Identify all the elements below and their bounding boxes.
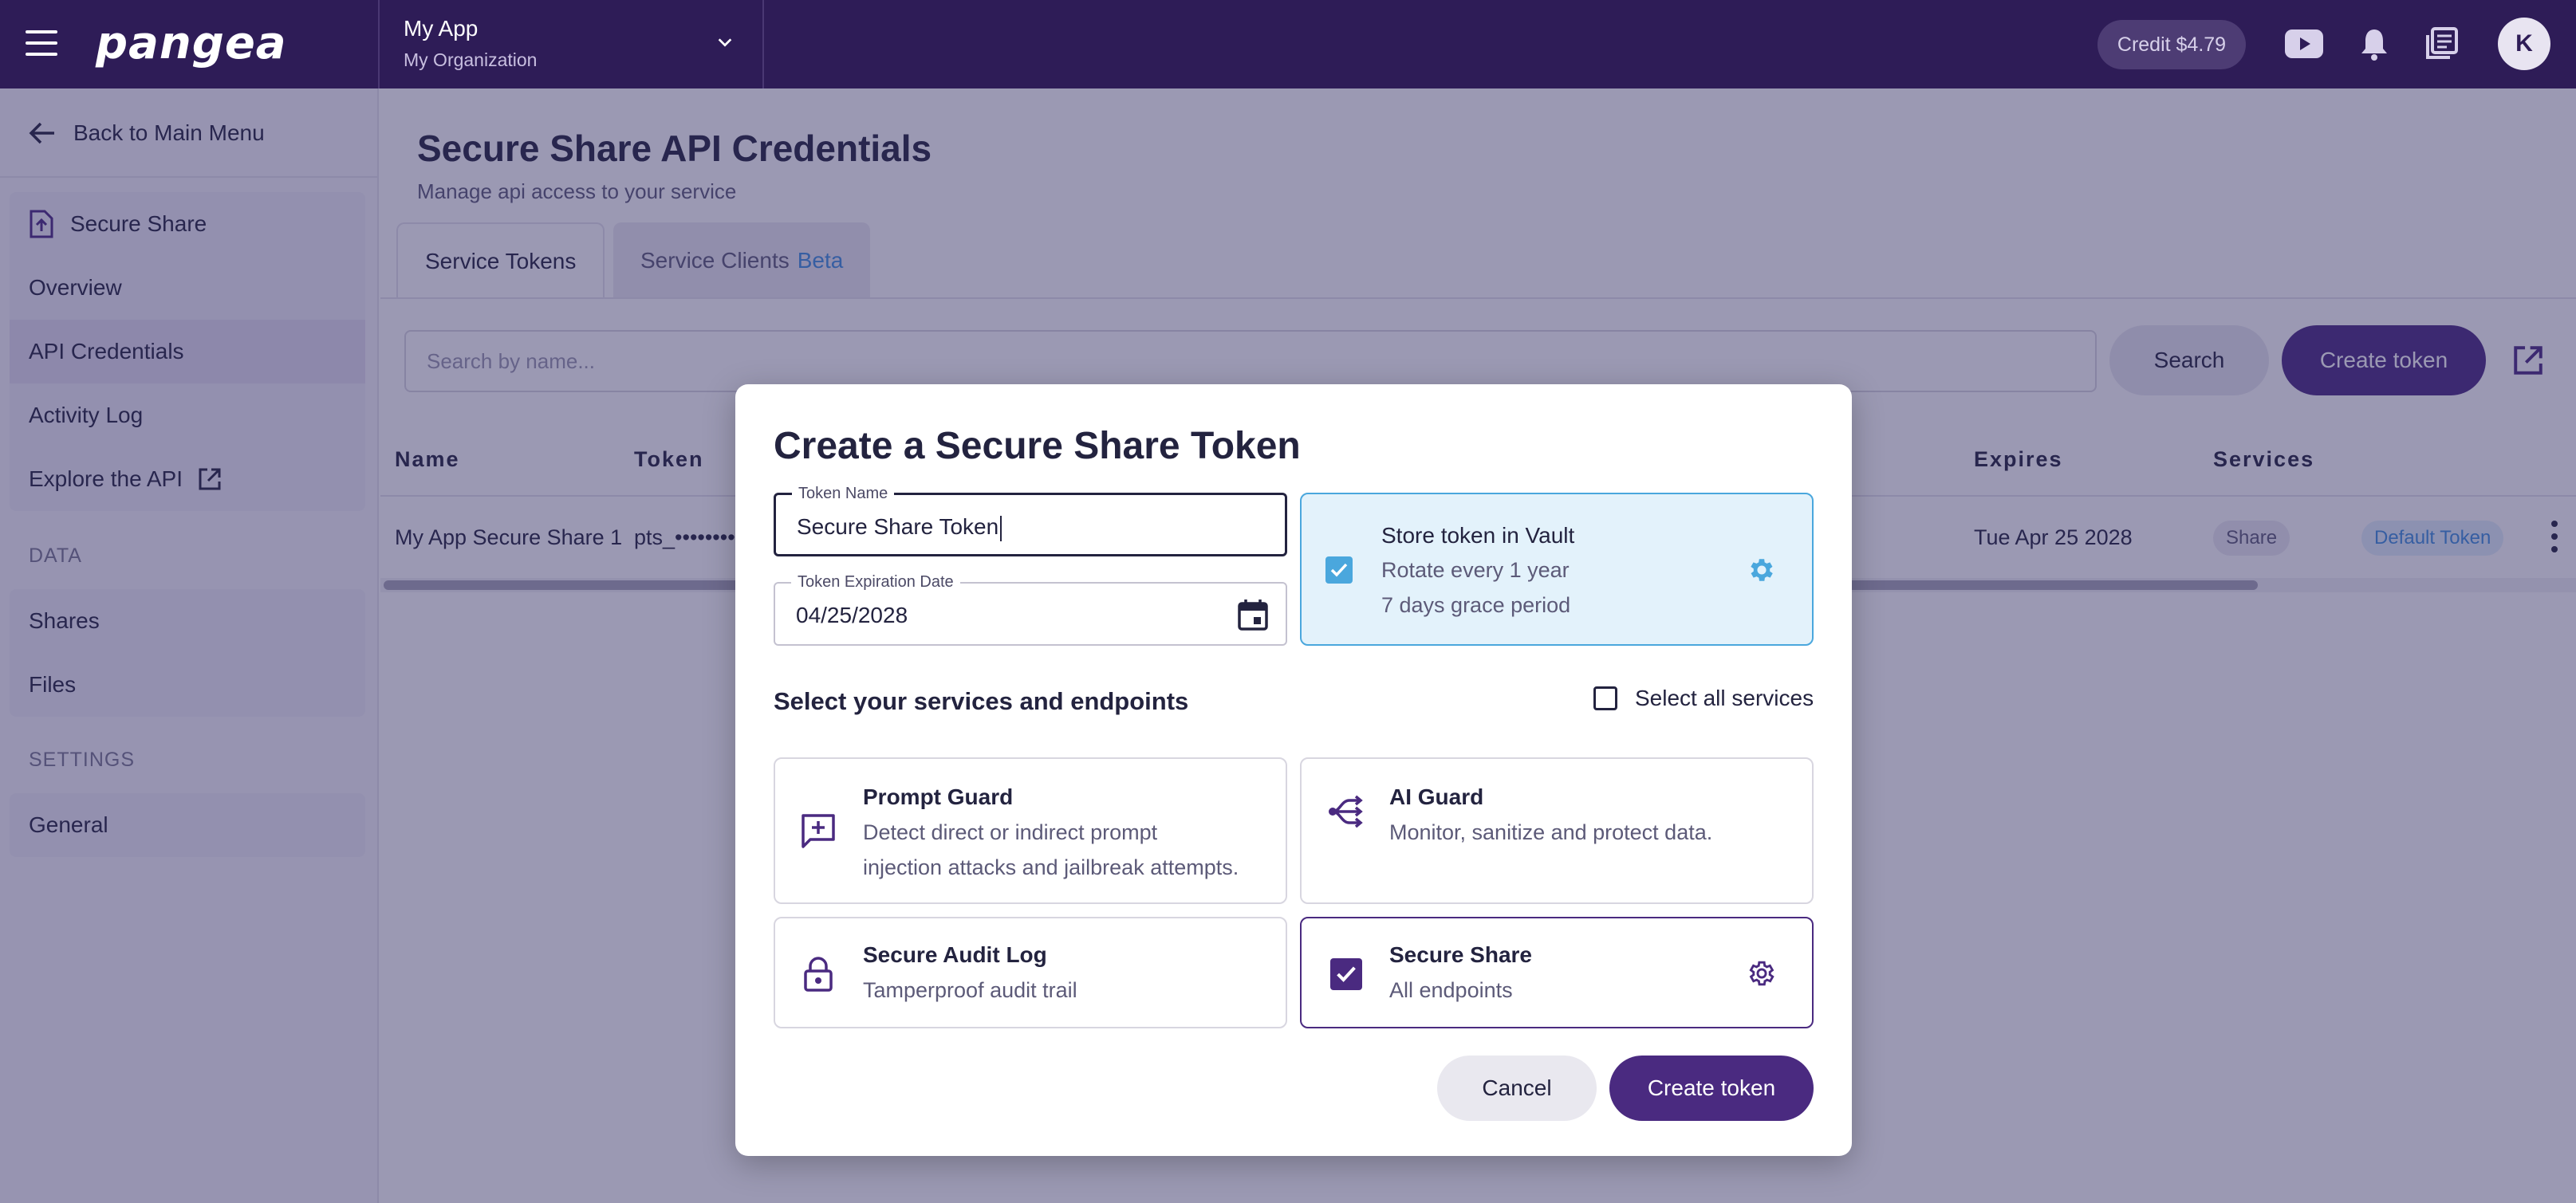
fork-arrows-icon <box>1329 795 1363 828</box>
chevron-down-icon <box>718 38 732 47</box>
top-bar: pangea My App My Organization Credit $4.… <box>0 0 2576 88</box>
select-all-label: Select all services <box>1635 686 1814 710</box>
organization-name: My Organization <box>404 49 538 70</box>
service-description: Tamperproof audit trail <box>863 978 1077 1002</box>
gear-icon[interactable] <box>1747 958 1777 989</box>
pangea-logo[interactable]: pangea <box>96 18 287 69</box>
vault-grace-period: 7 days grace period <box>1381 593 1571 617</box>
chat-plus-icon <box>802 814 835 848</box>
calendar-icon[interactable] <box>1236 598 1270 631</box>
create-token-submit-button[interactable]: Create token <box>1609 1056 1814 1121</box>
service-description: Monitor, sanitize and protect data. <box>1389 820 1713 844</box>
dialog-title: Create a Secure Share Token <box>774 425 1301 467</box>
service-description: All endpoints <box>1389 978 1513 1002</box>
service-card-prompt-guard[interactable]: Prompt Guard Detect direct or indirect p… <box>774 757 1287 904</box>
create-token-dialog: Create a Secure Share Token Token Name S… <box>735 384 1852 1156</box>
store-in-vault-option[interactable]: Store token in Vault Rotate every 1 year… <box>1300 493 1814 646</box>
lock-icon <box>804 957 833 992</box>
vault-checkbox[interactable] <box>1325 556 1353 584</box>
service-card-secure-audit-log[interactable]: Secure Audit Log Tamperproof audit trail <box>774 917 1287 1028</box>
youtube-icon[interactable] <box>2284 24 2324 64</box>
app-switcher[interactable]: My App My Organization <box>378 0 764 88</box>
expiration-value: 04/25/2028 <box>796 603 908 627</box>
select-all-checkbox[interactable] <box>1593 686 1617 710</box>
bell-icon[interactable] <box>2354 24 2394 64</box>
select-all-services-toggle[interactable]: Select all services <box>1593 686 1814 711</box>
service-name: Prompt Guard <box>863 784 1014 809</box>
menu-icon[interactable] <box>26 30 57 56</box>
docs-icon[interactable] <box>2421 24 2461 64</box>
checkbox-icon[interactable] <box>1330 958 1362 990</box>
token-name-label: Token Name <box>792 485 895 503</box>
expiration-label: Token Expiration Date <box>791 573 960 592</box>
service-name: AI Guard <box>1389 784 1484 809</box>
gear-icon[interactable] <box>1747 555 1777 585</box>
token-expiration-field[interactable]: Token Expiration Date 04/25/2028 <box>774 573 1287 646</box>
service-description: Detect direct or indirect prompt injecti… <box>863 820 1239 879</box>
token-name-value: Secure Share Token <box>797 514 1002 541</box>
services-section-label: Select your services and endpoints <box>774 687 1189 715</box>
vault-rotation: Rotate every 1 year <box>1381 558 1570 582</box>
user-avatar[interactable]: K <box>2498 18 2550 70</box>
check-icon <box>1337 966 1356 982</box>
token-name-field[interactable]: Token Name Secure Share Token <box>774 485 1287 556</box>
service-name: Secure Audit Log <box>863 942 1047 967</box>
vault-title: Store token in Vault <box>1381 523 1575 548</box>
service-name: Secure Share <box>1389 942 1532 967</box>
cancel-button[interactable]: Cancel <box>1437 1056 1597 1121</box>
service-card-secure-share[interactable]: Secure Share All endpoints <box>1300 917 1814 1028</box>
credit-badge[interactable]: Credit $4.79 <box>2097 20 2246 69</box>
app-name: My App <box>404 16 479 41</box>
service-card-ai-guard[interactable]: AI Guard Monitor, sanitize and protect d… <box>1300 757 1814 904</box>
check-icon <box>1330 563 1348 577</box>
